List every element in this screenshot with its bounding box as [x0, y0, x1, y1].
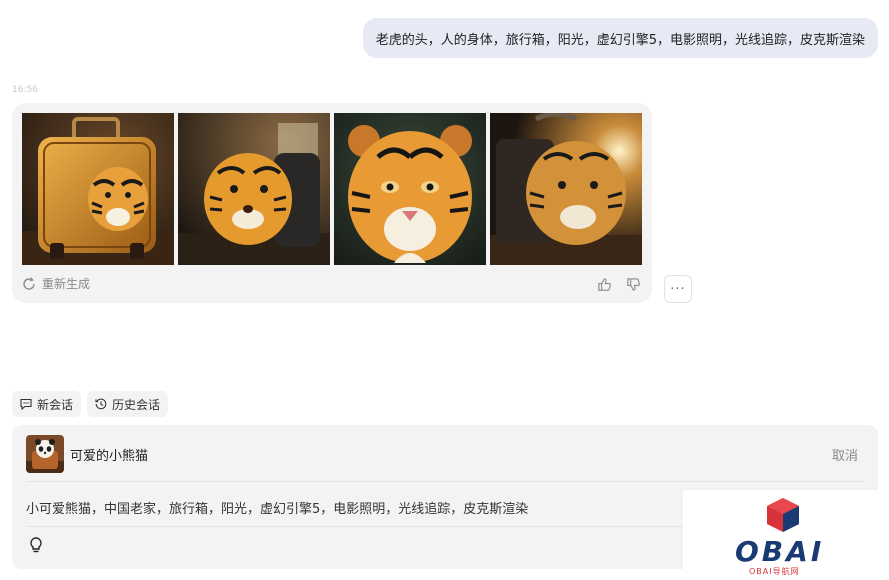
image-grid: [22, 113, 642, 265]
chat-bubble-icon: [20, 398, 32, 410]
more-options-button[interactable]: ···: [664, 275, 692, 303]
thumbs-down-button[interactable]: [624, 275, 642, 293]
cube-logo-icon: [767, 498, 799, 532]
generated-image-1[interactable]: [22, 113, 174, 265]
cancel-button[interactable]: 取消: [832, 445, 858, 464]
bot-response-card: 重新生成: [12, 103, 652, 303]
generated-image-3[interactable]: [334, 113, 486, 265]
history-chat-button[interactable]: 历史会话: [87, 391, 169, 417]
user-message-text: 老虎的头，人的身体，旅行箱，阳光，虚幻引擎5，电影照明，光线追踪，皮克斯渲染: [375, 32, 865, 48]
generated-image-4[interactable]: [490, 113, 642, 265]
role-avatar: [26, 435, 64, 473]
watermark-logo: OBAI OBAI导航网: [683, 490, 889, 580]
new-chat-label: 新会话: [37, 397, 74, 412]
history-chat-label: 历史会话: [112, 397, 161, 412]
more-options-label: ···: [670, 281, 686, 297]
thumbs-up-icon: [597, 277, 611, 291]
divider: [26, 481, 864, 482]
user-message-bubble: 老虎的头，人的身体，旅行箱，阳光，虚幻引擎5，电影照明，光线追踪，皮克斯渲染: [362, 18, 878, 58]
lightbulb-icon[interactable]: [26, 535, 46, 555]
refresh-icon: [23, 276, 35, 290]
history-clock-icon: [95, 398, 107, 410]
logo-text: OBAI: [735, 535, 825, 568]
new-chat-button[interactable]: 新会话: [12, 391, 82, 417]
role-name: 可爱的小熊猫: [70, 449, 149, 464]
generated-image-2[interactable]: [178, 113, 330, 265]
regenerate-button[interactable]: 重新生成: [22, 275, 90, 292]
thumbs-down-icon: [626, 277, 640, 291]
chat-page: 老虎的头，人的身体，旅行箱，阳光，虚幻引擎5，电影照明，光线追踪，皮克斯渲染 1…: [0, 0, 889, 580]
thumbs-up-button[interactable]: [595, 275, 613, 293]
prompt-input[interactable]: 小可爱熊猫，中国老家，旅行箱，阳光，虚幻引擎5，电影照明，光线追踪，皮克斯渲染: [26, 498, 528, 517]
message-timestamp: 16:56: [12, 85, 38, 95]
regenerate-label: 重新生成: [42, 277, 91, 291]
logo-subtext: OBAI导航网: [749, 567, 800, 576]
